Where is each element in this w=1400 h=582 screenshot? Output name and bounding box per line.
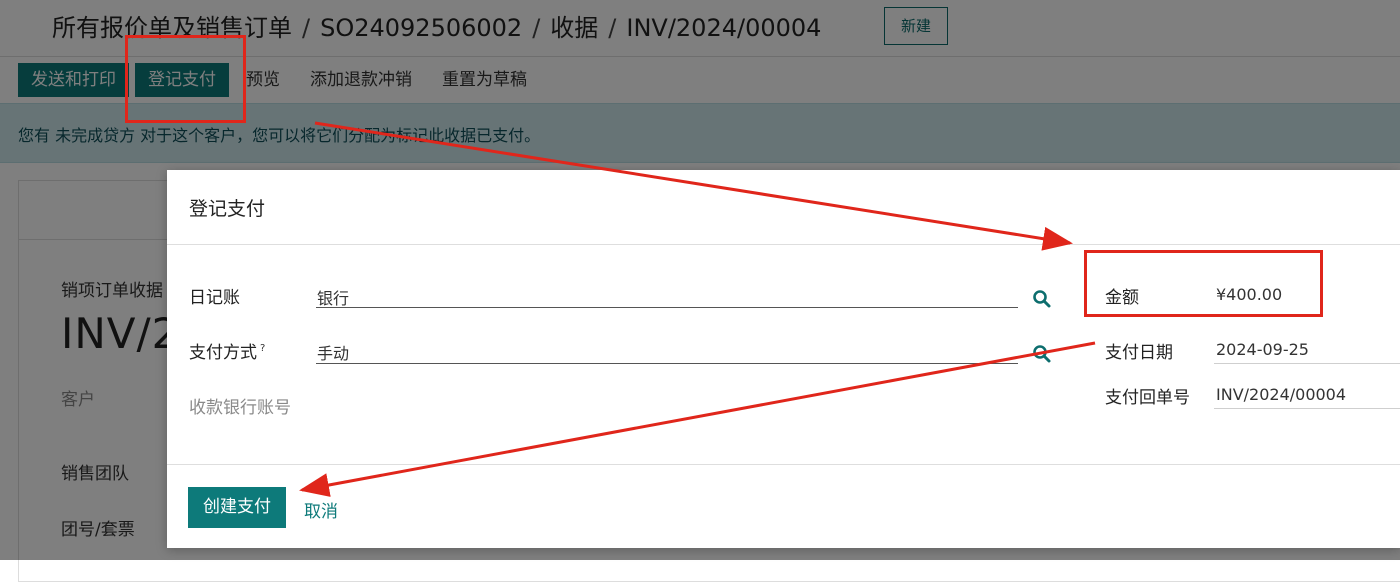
recipient-bank-label: 收款银行账号 (189, 398, 291, 418)
journal-field[interactable]: 银行 (317, 285, 349, 309)
search-icon[interactable] (1032, 344, 1052, 364)
memo-field[interactable]: INV/2024/00004 (1216, 385, 1346, 404)
highlight-box-amount (1084, 250, 1323, 317)
payment-method-underline (316, 363, 1018, 364)
dialog-header-divider (167, 244, 1400, 245)
cancel-button[interactable]: 取消 (304, 497, 338, 522)
payment-method-label: 支付方式? (189, 338, 265, 363)
help-icon[interactable]: ? (260, 343, 265, 354)
payment-date-label: 支付日期 (1105, 343, 1173, 363)
journal-label: 日记账 (189, 288, 240, 308)
register-payment-dialog: 登记支付 日记账 银行 支付方式? 手动 收款银行账号 金额 ¥400.00 支… (167, 170, 1400, 548)
payment-date-field[interactable]: 2024-09-25 (1216, 340, 1309, 359)
payment-method-label-text: 支付方式 (189, 343, 257, 363)
memo-label: 支付回单号 (1105, 388, 1190, 408)
journal-underline (316, 307, 1018, 308)
payment-method-field[interactable]: 手动 (317, 340, 349, 364)
dialog-footer-divider (167, 464, 1400, 465)
search-icon[interactable] (1032, 289, 1052, 309)
dialog-title: 登记支付 (189, 198, 266, 220)
memo-underline (1214, 408, 1400, 409)
create-payment-button[interactable]: 创建支付 (188, 487, 286, 528)
highlight-box-register-payment (125, 35, 246, 123)
payment-date-underline (1214, 363, 1400, 364)
